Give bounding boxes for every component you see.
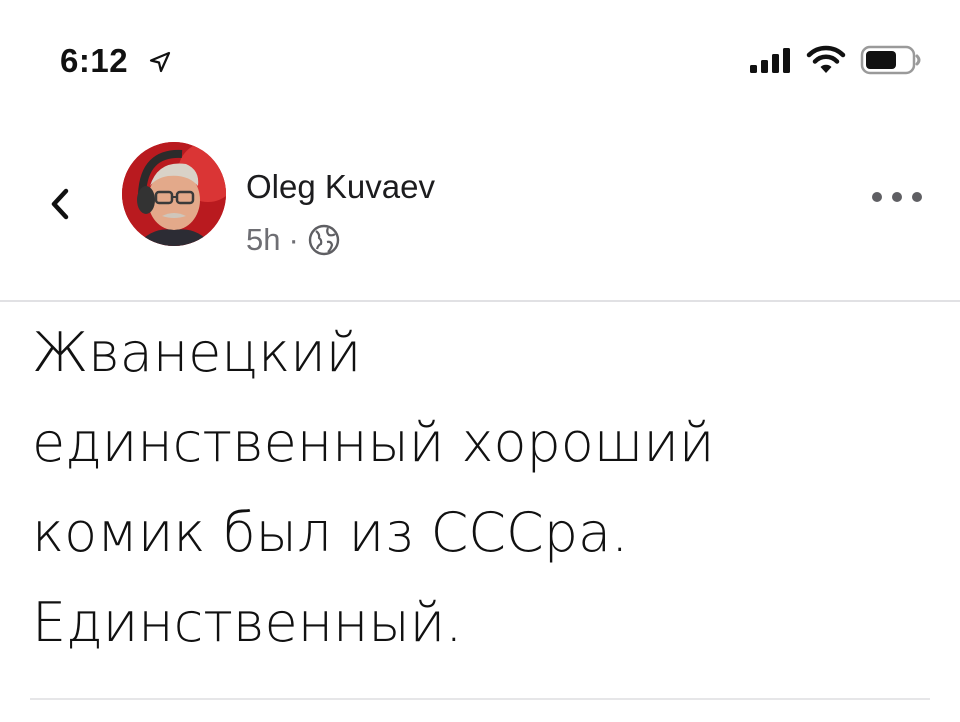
post-header: Oleg Kuvaev 5h · — [0, 130, 960, 300]
back-button[interactable] — [40, 180, 80, 228]
post-text-line: Единственный. — [32, 591, 463, 654]
more-options-button[interactable] — [872, 182, 922, 212]
post-text-line: комик был из СССра. — [32, 501, 629, 564]
avatar-photo — [122, 142, 226, 246]
post-text-line: единственный хороший — [32, 411, 715, 474]
more-horizontal-icon — [872, 192, 882, 202]
status-bar: 6:12 — [0, 0, 960, 110]
battery-icon — [860, 45, 921, 75]
meta-separator: · — [288, 222, 299, 257]
post-timestamp[interactable]: 5h — [246, 222, 280, 258]
author-name[interactable]: Oleg Kuvaev — [246, 168, 435, 206]
chevron-left-icon — [51, 188, 69, 220]
facebook-post-screen: 6:12 Oleg Kuvaev 5h · Жванецкий единстве… — [0, 0, 960, 722]
status-time: 6:12 — [60, 42, 129, 79]
globe-icon — [308, 224, 340, 256]
wifi-icon — [806, 45, 846, 73]
more-dot — [912, 192, 922, 202]
post-text-line: Жванецкий — [32, 321, 362, 384]
header-divider — [0, 300, 960, 302]
avatar[interactable] — [122, 142, 226, 246]
location-arrow-icon — [149, 51, 171, 73]
more-dot — [892, 192, 902, 202]
post-bottom-divider — [30, 698, 930, 700]
post-text: Жванецкий единственный хороший комик был… — [32, 308, 932, 668]
post-meta: 5h · — [246, 222, 341, 258]
cellular-signal-icon — [750, 48, 790, 73]
